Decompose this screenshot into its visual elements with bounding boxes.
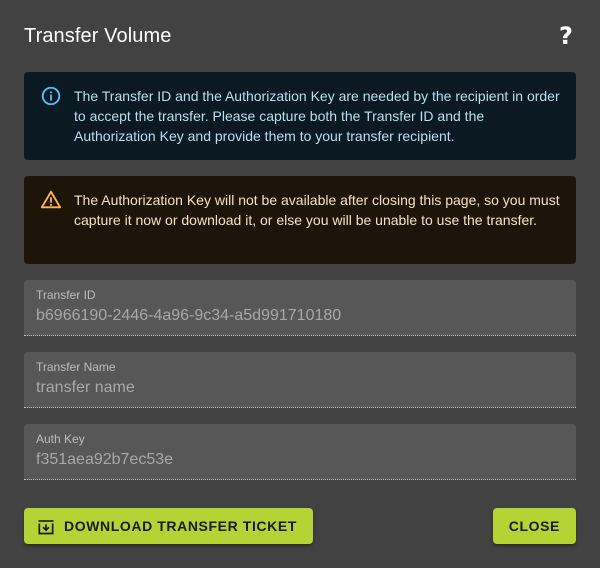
info-alert: The Transfer ID and the Authorization Ke…: [24, 72, 576, 160]
transfer-id-input[interactable]: [36, 305, 564, 327]
download-transfer-ticket-button[interactable]: Download Transfer Ticket: [24, 508, 313, 544]
download-button-label: Download Transfer Ticket: [64, 518, 297, 534]
dialog-actions: Download Transfer Ticket Close: [24, 508, 576, 544]
auth-key-field[interactable]: Auth Key: [24, 424, 576, 480]
transfer-id-label: Transfer ID: [36, 288, 96, 302]
transfer-name-label: Transfer Name: [36, 360, 116, 374]
dialog-title: Transfer Volume: [24, 24, 172, 47]
warning-triangle-icon: [40, 190, 62, 209]
warning-alert: The Authorization Key will not be availa…: [24, 176, 576, 264]
download-box-icon: [38, 520, 54, 535]
help-button[interactable]: ?: [548, 18, 584, 54]
auth-key-input[interactable]: [36, 449, 564, 471]
dialog-header: Transfer Volume ?: [24, 18, 576, 54]
transfer-volume-dialog: Transfer Volume ? The Transfer ID and th…: [0, 0, 600, 568]
info-circle-icon: [41, 86, 61, 106]
transfer-id-field[interactable]: Transfer ID: [24, 280, 576, 336]
transfer-name-input[interactable]: [36, 377, 564, 399]
warning-alert-text: The Authorization Key will not be availa…: [74, 192, 560, 228]
auth-key-label: Auth Key: [36, 432, 85, 446]
close-button[interactable]: Close: [492, 508, 576, 544]
transfer-name-field[interactable]: Transfer Name: [24, 352, 576, 408]
info-alert-text: The Transfer ID and the Authorization Ke…: [74, 88, 560, 144]
close-button-label: Close: [508, 518, 560, 534]
